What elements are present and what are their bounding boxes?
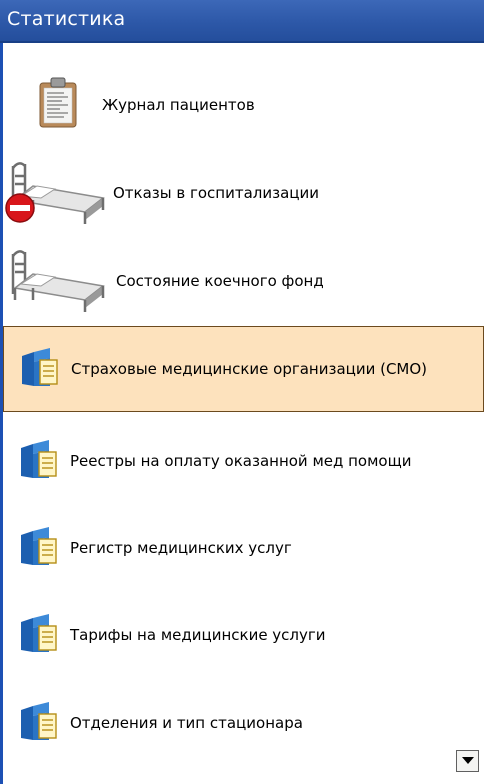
folder-document-icon (19, 525, 59, 571)
panel-header[interactable]: Статистика (0, 0, 484, 43)
nav-item-bed-fund-status[interactable]: Состояние коечного фонд (3, 238, 484, 324)
clipboard-icon (38, 77, 78, 133)
bed-denied-icon (3, 156, 109, 230)
folder-document-icon (19, 700, 59, 746)
nav-item-label: Страховые медицинские организации (СМО) (71, 360, 428, 378)
nav-item-departments-ward-type[interactable]: Отделения и тип стационара (3, 680, 484, 766)
nav-item-label: Отделения и тип стационара (70, 714, 303, 732)
folder-document-icon (19, 612, 59, 658)
navigation-panel: Статистика Журнал пациентов Отказы в гос… (0, 0, 484, 784)
nav-item-payment-registers[interactable]: Реестры на оплату оказанной мед помощи (3, 418, 484, 504)
nav-item-label: Журнал пациентов (102, 96, 255, 114)
nav-item-medical-services-tariffs[interactable]: Тарифы на медицинские услуги (3, 592, 484, 678)
folder-document-icon (20, 346, 60, 392)
chevron-down-icon (462, 757, 474, 764)
nav-item-insurance-organizations[interactable]: Страховые медицинские организации (СМО) (3, 326, 484, 412)
nav-item-hospitalization-refusals[interactable]: Отказы в госпитализации (3, 150, 484, 236)
folder-document-icon (19, 438, 59, 484)
panel-title: Статистика (7, 8, 126, 30)
nav-item-label: Отказы в госпитализации (113, 184, 319, 202)
bed-icon (3, 244, 109, 318)
nav-item-medical-services-register[interactable]: Регистр медицинских услуг (3, 505, 484, 591)
nav-item-label: Тарифы на медицинские услуги (70, 626, 326, 644)
nav-item-patient-journal[interactable]: Журнал пациентов (3, 62, 484, 148)
scroll-down-button[interactable] (456, 750, 479, 772)
nav-item-label: Состояние коечного фонд (116, 272, 324, 290)
nav-item-label: Реестры на оплату оказанной мед помощи (70, 452, 412, 470)
nav-item-label: Регистр медицинских услуг (70, 539, 292, 557)
